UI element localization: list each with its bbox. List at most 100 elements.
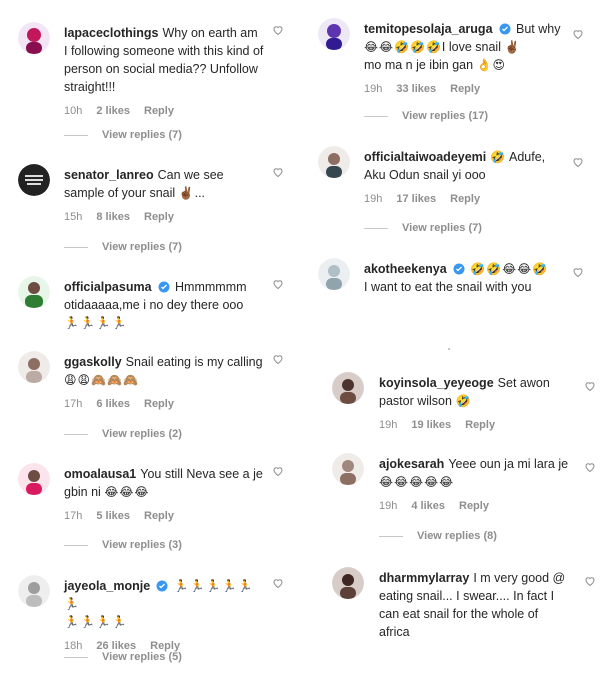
verified-badge-icon (158, 281, 170, 293)
reply-button[interactable]: Reply (450, 83, 480, 95)
emoji: 🏃 (205, 579, 221, 593)
emoji: 🏃 (111, 316, 127, 330)
comment-username[interactable]: officialpasuma (64, 280, 152, 294)
view-replies-button[interactable]: View replies (7) (64, 241, 182, 253)
emoji: 🏃 (64, 316, 79, 330)
view-replies-button[interactable]: View replies (17) (364, 110, 488, 122)
comment-username[interactable]: lapaceclothings (64, 26, 158, 40)
emoji: 😩 (64, 373, 77, 387)
avatar[interactable] (18, 22, 50, 54)
emoji: 🤣 (532, 262, 548, 276)
view-replies-button[interactable]: View replies (8) (379, 530, 497, 542)
emoji: 🏃 (79, 615, 95, 629)
view-replies-label[interactable]: View replies (7) (102, 241, 182, 253)
comment-username[interactable]: dharmmylarray (379, 571, 469, 585)
comment-text: mo ma n je ibin gan (364, 58, 474, 72)
emoji: 🤣 (486, 262, 502, 276)
comment-username[interactable]: akotheekenya (364, 262, 447, 276)
reply-button[interactable]: Reply (144, 105, 174, 117)
emoji: 😂 (517, 262, 532, 276)
heart-icon[interactable] (584, 380, 596, 392)
heart-icon[interactable] (572, 266, 584, 278)
avatar[interactable] (18, 351, 50, 383)
reply-button[interactable]: Reply (459, 500, 489, 512)
emoji: 😂 (134, 485, 149, 499)
comment-likes[interactable]: 4 likes (411, 500, 445, 512)
heart-icon[interactable] (272, 166, 284, 178)
comment-likes[interactable]: 19 likes (411, 419, 451, 431)
view-replies-label[interactable]: View replies (7) (102, 129, 182, 141)
avatar[interactable] (18, 276, 50, 308)
emoji: 🏃 (111, 615, 127, 629)
comment-time: 19h (379, 500, 398, 512)
verified-badge-icon (453, 263, 465, 275)
emoji: 🙈 (122, 373, 138, 387)
avatar[interactable] (18, 575, 50, 607)
emoji: 🏃 (64, 597, 79, 611)
comment-username[interactable]: officialtaiwoadeyemi (364, 150, 486, 164)
view-replies-button[interactable]: View replies (5) (64, 651, 182, 663)
comment-username[interactable]: temitopesolaja_aruga (364, 22, 493, 36)
comment-likes[interactable]: 2 likes (96, 105, 130, 117)
emoji: 😍 (492, 58, 506, 72)
comment-username[interactable]: koyinsola_yeyeoge (379, 376, 494, 390)
comment-username[interactable]: jayeola_monje (64, 579, 150, 593)
heart-icon[interactable] (572, 156, 584, 168)
emoji: 🏃 (237, 579, 253, 593)
comment-meta: 10h 2 likes Reply (64, 102, 264, 120)
emoji: 🤣 (410, 40, 425, 54)
comment-likes[interactable]: 6 likes (96, 398, 130, 410)
view-replies-button[interactable]: View replies (2) (64, 428, 182, 440)
avatar[interactable] (18, 463, 50, 495)
view-replies-label[interactable]: View replies (5) (102, 651, 182, 663)
reply-button[interactable]: Reply (450, 193, 480, 205)
reply-button[interactable]: Reply (144, 398, 174, 410)
comment-likes[interactable]: 33 likes (396, 83, 436, 95)
comment-text: I love snail (441, 40, 501, 54)
view-replies-label[interactable]: View replies (3) (102, 539, 182, 551)
view-replies-label[interactable]: View replies (8) (417, 530, 497, 542)
comment-username[interactable]: ggaskolly (64, 355, 122, 369)
view-replies-label[interactable]: View replies (17) (402, 110, 488, 122)
heart-icon[interactable] (584, 575, 596, 587)
comment-likes[interactable]: 17 likes (396, 193, 436, 205)
verified-badge-icon (156, 580, 168, 592)
heart-icon[interactable] (572, 28, 584, 40)
reply-button[interactable]: Reply (144, 211, 174, 223)
comment-username[interactable]: senator_lanreo (64, 168, 154, 182)
heart-icon[interactable] (272, 465, 284, 477)
emoji: 🤣 (470, 262, 486, 276)
emoji: 🤣 (425, 40, 441, 54)
view-replies-button[interactable]: View replies (7) (64, 129, 182, 141)
comment-username[interactable]: ajokesarah (379, 457, 444, 471)
heart-icon[interactable] (584, 461, 596, 473)
emoji: 😂 (364, 40, 379, 54)
avatar[interactable] (332, 567, 364, 599)
comment-text: But why (516, 22, 561, 36)
emoji: 🏃 (79, 316, 95, 330)
avatar[interactable] (318, 18, 350, 50)
view-replies-button[interactable]: View replies (7) (364, 222, 482, 234)
heart-icon[interactable] (272, 24, 284, 36)
heart-icon[interactable] (272, 577, 284, 589)
emoji: 😂 (394, 475, 409, 489)
avatar[interactable] (18, 164, 50, 196)
scroll-indicator (448, 348, 450, 350)
reply-button[interactable]: Reply (144, 510, 174, 522)
comment-username[interactable]: omoalausa1 (64, 467, 136, 481)
comment-likes[interactable]: 8 likes (96, 211, 130, 223)
view-replies-label[interactable]: View replies (7) (402, 222, 482, 234)
emoji: 🏃 (173, 579, 189, 593)
avatar[interactable] (332, 453, 364, 485)
view-replies-button[interactable]: View replies (3) (64, 539, 182, 551)
comment-likes[interactable]: 5 likes (96, 510, 130, 522)
comment-meta: 19h 17 likes Reply (364, 190, 564, 208)
view-replies-label[interactable]: View replies (2) (102, 428, 182, 440)
avatar[interactable] (318, 146, 350, 178)
avatar[interactable] (332, 372, 364, 404)
heart-icon[interactable] (272, 278, 284, 290)
heart-icon[interactable] (272, 353, 284, 365)
reply-button[interactable]: Reply (465, 419, 495, 431)
emoji: 😂 (104, 485, 119, 499)
avatar[interactable] (318, 258, 350, 290)
